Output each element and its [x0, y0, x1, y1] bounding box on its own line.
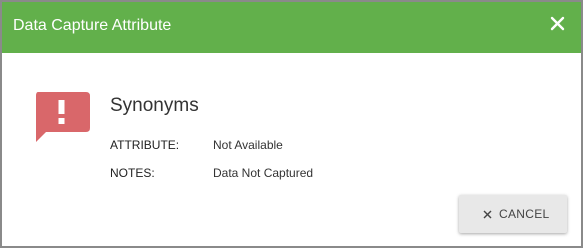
exclamation-alert-icon [34, 90, 90, 146]
close-icon [483, 210, 492, 219]
content-title: Synonyms [110, 95, 199, 116]
attribute-label: ATTRIBUTE: [110, 138, 180, 152]
dialog-header: Data Capture Attribute [2, 2, 581, 53]
notes-label: NOTES: [110, 166, 155, 180]
data-capture-dialog: Data Capture Attribute Synonyms ATTRIBUT… [0, 0, 583, 248]
notes-value: Data Not Captured [213, 166, 314, 180]
cancel-button-label: CANCEL [499, 207, 550, 221]
close-icon [550, 16, 565, 31]
cancel-button[interactable]: CANCEL [459, 195, 567, 233]
close-button[interactable] [547, 13, 569, 35]
attribute-value: Not Available [213, 138, 283, 152]
dialog-title: Data Capture Attribute [13, 17, 172, 34]
